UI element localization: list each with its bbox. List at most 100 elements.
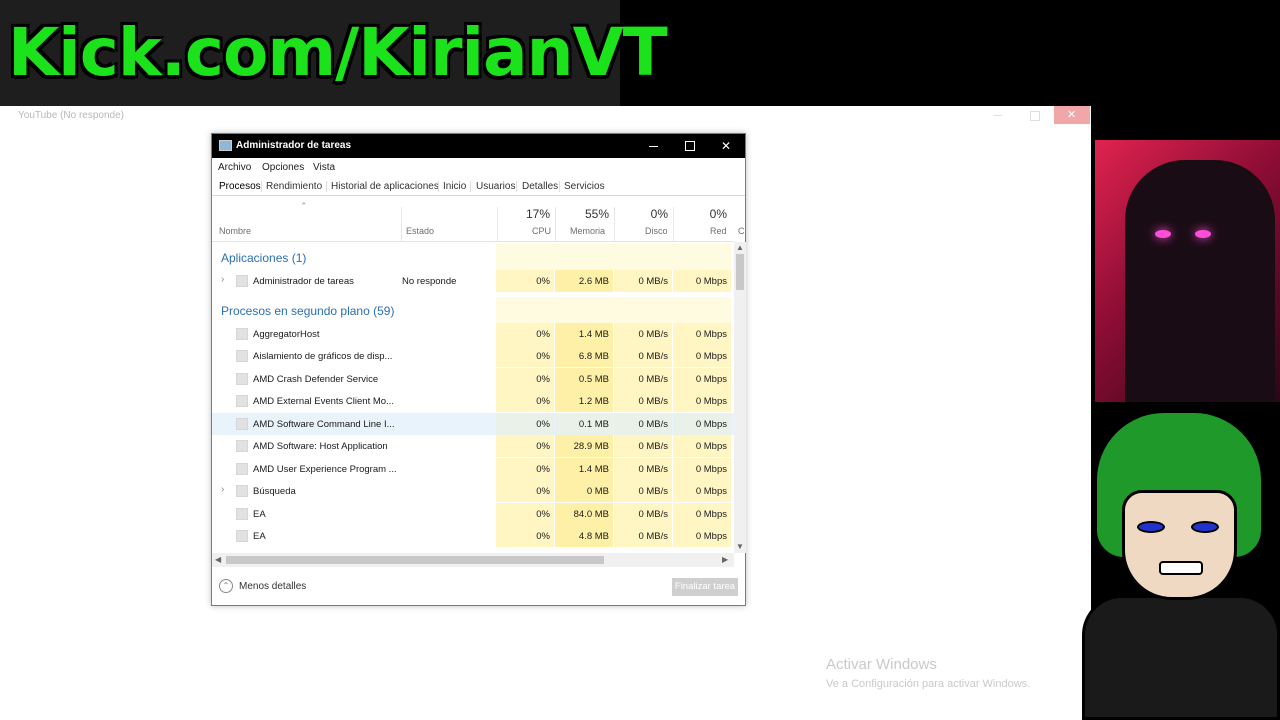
minimize-button[interactable] <box>980 106 1016 124</box>
menu-vista[interactable]: Vista <box>313 162 335 173</box>
menu-archivo[interactable]: Archivo <box>218 162 251 173</box>
network-value: 0 Mbps <box>673 435 731 457</box>
table-row[interactable]: Aislamiento de gráficos de disp... 0% 6.… <box>212 345 734 367</box>
tab-usuarios[interactable]: Usuarios <box>476 181 515 192</box>
cpu-value: 0% <box>496 345 554 367</box>
network-value: 0 Mbps <box>673 458 731 480</box>
cpu-value: 0% <box>496 525 554 547</box>
avatar-body <box>1082 595 1280 720</box>
title-bar[interactable]: Administrador de tareas ✕ <box>212 134 745 158</box>
tab-divider <box>559 181 560 192</box>
process-icon <box>236 485 248 497</box>
tab-historial[interactable]: Historial de aplicaciones <box>331 181 439 192</box>
network-value: 0 Mbps <box>673 390 731 412</box>
process-icon <box>236 530 248 542</box>
table-row[interactable]: AMD User Experience Program ... 0% 1.4 M… <box>212 458 734 480</box>
process-icon <box>236 350 248 362</box>
network-value: 0 Mbps <box>673 323 731 345</box>
tab-divider <box>438 181 439 192</box>
table-row[interactable]: EA 0% 84.0 MB 0 MB/s 0 Mbps <box>212 503 734 525</box>
process-name: EA <box>253 509 266 520</box>
disk-value: 0 MB/s <box>614 480 672 502</box>
network-value: 0 Mbps <box>673 345 731 367</box>
cpu-value: 0% <box>496 323 554 345</box>
table-row[interactable]: AMD External Events Client Mo... 0% 1.2 … <box>212 390 734 412</box>
glowing-eye <box>1155 230 1171 238</box>
disk-value: 0 MB/s <box>614 458 672 480</box>
minimize-button[interactable] <box>636 134 670 158</box>
process-icon <box>236 395 248 407</box>
table-row-selected[interactable]: AMD Software Command Line I... 0% 0.1 MB… <box>212 413 734 435</box>
process-icon <box>236 418 248 430</box>
table-row[interactable]: EA 0% 4.8 MB 0 MB/s 0 Mbps <box>212 525 734 547</box>
chevron-up-icon[interactable]: ⌃ <box>219 579 233 593</box>
scroll-thumb[interactable] <box>226 556 604 564</box>
scroll-right-icon[interactable]: ▶ <box>722 555 728 564</box>
network-value: 0 Mbps <box>673 480 731 502</box>
table-row[interactable]: AggregatorHost 0% 1.4 MB 0 MB/s 0 Mbps <box>212 323 734 345</box>
process-name: EA <box>253 531 266 542</box>
footer: ⌃ Menos detalles Finalizar tarea <box>212 574 745 606</box>
column-estado[interactable]: Estado <box>406 226 434 236</box>
avatar-eye <box>1137 521 1165 533</box>
horizontal-scrollbar[interactable]: ◀ ▶ <box>212 553 734 567</box>
memory-value: 1.4 MB <box>555 323 613 345</box>
close-button[interactable]: ✕ <box>709 134 743 158</box>
less-details-link[interactable]: Menos detalles <box>239 581 306 592</box>
scroll-up-icon[interactable]: ▲ <box>736 243 744 252</box>
activation-title: Activar Windows <box>826 656 937 673</box>
tab-divider <box>261 181 262 192</box>
maximize-button[interactable] <box>1016 106 1052 124</box>
table-row[interactable]: › Búsqueda 0% 0 MB 0 MB/s 0 Mbps <box>212 480 734 502</box>
table-row[interactable]: AMD Software: Host Application 0% 28.9 M… <box>212 435 734 457</box>
process-name: AggregatorHost <box>253 329 320 340</box>
column-memoria[interactable]: Memoria <box>570 226 605 236</box>
tab-inicio[interactable]: Inicio <box>443 181 466 192</box>
memory-value: 28.9 MB <box>555 435 613 457</box>
disk-value: 0 MB/s <box>614 345 672 367</box>
process-name: AMD External Events Client Mo... <box>253 396 394 407</box>
tab-procesos[interactable]: Procesos <box>219 181 261 192</box>
process-name: AMD Software Command Line I... <box>253 419 395 430</box>
chevron-right-icon[interactable]: › <box>221 484 224 495</box>
tab-rendimiento[interactable]: Rendimiento <box>266 181 322 192</box>
group-fill <box>496 244 731 270</box>
column-cpu[interactable]: CPU <box>532 226 551 236</box>
cpu-value: 0% <box>496 458 554 480</box>
table-row[interactable]: › Administrador de tareas No responde 0%… <box>212 270 734 292</box>
maximize-button[interactable] <box>672 134 706 158</box>
column-red[interactable]: Red <box>710 226 727 236</box>
menu-opciones[interactable]: Opciones <box>262 162 304 173</box>
process-icon <box>236 508 248 520</box>
avatar-mouth <box>1159 561 1203 575</box>
process-name: AMD Software: Host Application <box>253 441 388 452</box>
scroll-down-icon[interactable]: ▼ <box>736 542 744 551</box>
stream-banner: Kick.com/KirianVT <box>0 0 668 106</box>
vertical-scrollbar[interactable]: ▲ ▼ <box>734 242 746 553</box>
disk-value: 0 MB/s <box>614 390 672 412</box>
tab-bar: Procesos Rendimiento Historial de aplica… <box>212 176 745 196</box>
memory-value: 0.1 MB <box>555 413 613 435</box>
memory-value: 84.0 MB <box>555 503 613 525</box>
cpu-percent: 17% <box>525 207 550 221</box>
tab-detalles[interactable]: Detalles <box>522 181 558 192</box>
end-task-button[interactable]: Finalizar tarea <box>672 578 738 596</box>
network-value: 0 Mbps <box>673 503 731 525</box>
glowing-eye <box>1195 230 1211 238</box>
table-row[interactable]: AMD Crash Defender Service 0% 0.5 MB 0 M… <box>212 368 734 390</box>
disk-value: 0 MB/s <box>614 525 672 547</box>
group-header-background: Procesos en segundo plano (59) <box>212 297 734 323</box>
column-next[interactable]: C <box>738 226 745 236</box>
chevron-right-icon[interactable]: › <box>221 274 224 285</box>
scroll-left-icon[interactable]: ◀ <box>215 555 221 564</box>
memory-value: 6.8 MB <box>555 345 613 367</box>
cpu-value: 0% <box>496 413 554 435</box>
scroll-thumb[interactable] <box>736 254 744 290</box>
memory-value: 0 MB <box>555 480 613 502</box>
tab-servicios[interactable]: Servicios <box>564 181 605 192</box>
column-nombre[interactable]: Nombre <box>219 226 251 236</box>
column-disco[interactable]: Disco <box>645 226 668 236</box>
disk-value: 0 MB/s <box>614 435 672 457</box>
close-button[interactable] <box>1054 106 1090 124</box>
memory-value: 1.2 MB <box>555 390 613 412</box>
